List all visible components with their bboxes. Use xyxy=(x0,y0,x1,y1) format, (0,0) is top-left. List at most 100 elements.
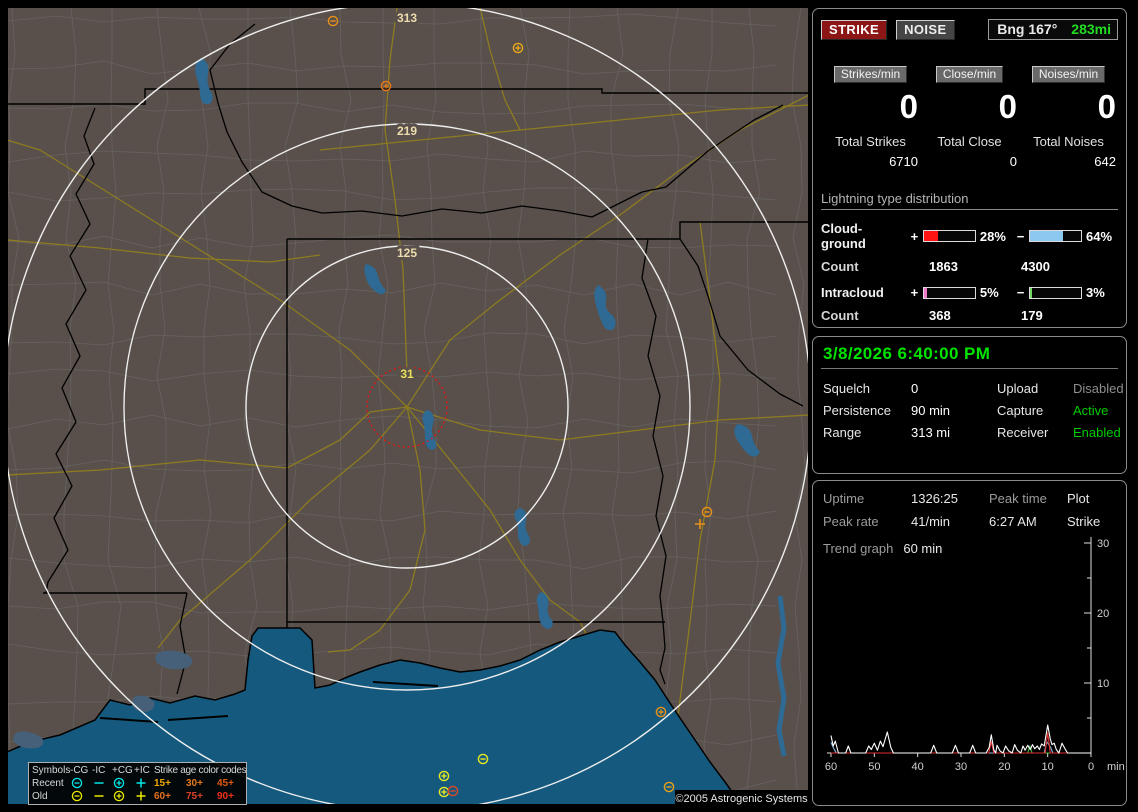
plus-sign: + xyxy=(910,228,919,244)
age-code-30: 30+ xyxy=(186,778,203,789)
legend-col-pos-ic: +IC xyxy=(134,765,150,776)
legend-age-header: Strike age color codes xyxy=(154,765,247,776)
plus-sign: + xyxy=(910,285,919,300)
intracloud-label: Intracloud xyxy=(821,285,884,300)
strike-button[interactable]: STRIKE xyxy=(821,19,888,40)
ic-positive-count: 368 xyxy=(929,308,951,323)
cloud-ground-row: Cloud-ground + 28% − 64% xyxy=(821,221,1118,251)
minus-sign: − xyxy=(1016,228,1025,244)
legend-symbols-header: Symbols xyxy=(32,765,71,776)
pos-cg-old-icon xyxy=(112,790,126,802)
ic-positive-bar xyxy=(923,286,976,299)
copyright-text: ©2005 Astrogenic Systems xyxy=(675,790,808,808)
svg-text:min: min xyxy=(1107,761,1124,773)
legend-row-old-label: Old xyxy=(32,791,48,802)
neg-ic-old-icon xyxy=(92,790,106,802)
squelch-label: Squelch xyxy=(823,381,870,396)
svg-text:10: 10 xyxy=(1042,761,1054,773)
capture-label: Capture xyxy=(997,403,1044,418)
age-code-15: 15+ xyxy=(154,778,171,789)
total-noises-value: 642 xyxy=(1094,154,1116,169)
svg-text:125: 125 xyxy=(397,246,417,260)
svg-text:20: 20 xyxy=(1097,608,1109,620)
bearing-range: 283mi xyxy=(1071,21,1111,37)
count-label: Count xyxy=(821,259,859,274)
svg-text:219: 219 xyxy=(397,124,417,138)
upload-label: Upload xyxy=(997,381,1039,396)
range-label: Range xyxy=(823,425,862,440)
trend-box: Uptime 1326:25 Peak time Plot Peak rate … xyxy=(812,480,1127,806)
cloud-ground-label: Cloud-ground xyxy=(821,221,866,251)
pos-ic-old-icon xyxy=(134,790,148,802)
noises-per-min-button[interactable]: Noises/min xyxy=(1031,66,1106,83)
trend-chart: 10 20 30 60 50 40 30 20 10 0 min xyxy=(817,529,1125,803)
peak-rate-label: Peak rate xyxy=(823,514,879,529)
uptime-label: Uptime xyxy=(823,491,865,506)
ic-negative-bar xyxy=(1029,286,1083,299)
svg-text:20: 20 xyxy=(998,761,1010,773)
status-panel: STRIKE NOISE Bng 167° 283mi Strikes/min 0… xyxy=(810,0,1138,812)
age-code-45: 45+ xyxy=(217,778,234,789)
legend-col-neg-cg: -CG xyxy=(70,765,89,776)
ic-negative-count: 179 xyxy=(1021,308,1043,323)
settings-box: 3/8/2026 6:40:00 PM Squelch 0 Upload Dis… xyxy=(812,336,1127,474)
strikes-per-min-button[interactable]: Strikes/min xyxy=(833,66,908,83)
svg-text:10: 10 xyxy=(1097,678,1109,690)
noises-counter: Noises/min 0 Total Noises 642 xyxy=(1019,66,1118,169)
ic-positive-pct: 5% xyxy=(979,285,999,300)
map-canvas[interactable]: 313 219 125 31 xyxy=(8,8,808,804)
cg-positive-count: 1863 xyxy=(929,259,958,274)
age-code-60: 60+ xyxy=(154,791,171,802)
neg-ic-recent-icon xyxy=(92,777,106,789)
total-strikes-label: Total Strikes xyxy=(835,134,906,149)
age-code-90: 90+ xyxy=(217,791,234,802)
receiver-value: Enabled xyxy=(1073,425,1121,440)
total-strikes-value: 6710 xyxy=(889,154,918,169)
plot-label: Plot xyxy=(1067,491,1090,506)
strike-map[interactable]: 313 219 125 31 Symbols -CG -IC +CG +IC Stri… xyxy=(8,8,808,808)
strikes-per-min-value: 0 xyxy=(899,88,918,125)
total-noises-label: Total Noises xyxy=(1033,134,1104,149)
distribution-title: Lightning type distribution xyxy=(821,191,1118,210)
legend-col-neg-ic: -IC xyxy=(92,765,106,776)
uptime-value: 1326:25 xyxy=(911,491,958,506)
svg-text:31: 31 xyxy=(400,367,414,381)
svg-text:313: 313 xyxy=(397,11,417,25)
strike-stats-box: STRIKE NOISE Bng 167° 283mi Strikes/min 0… xyxy=(812,8,1127,328)
svg-text:50: 50 xyxy=(868,761,880,773)
receiver-label: Receiver xyxy=(997,425,1049,440)
strikes-counter: Strikes/min 0 Total Strikes 6710 xyxy=(821,66,920,169)
neg-cg-old-icon xyxy=(70,790,84,802)
pos-cg-recent-icon xyxy=(112,777,126,789)
upload-value: Disabled xyxy=(1073,381,1124,396)
pos-ic-recent-icon xyxy=(134,777,148,789)
plot-strike-value: Strike xyxy=(1067,514,1101,529)
lightning-detector-app: 313 219 125 31 Symbols -CG -IC +CG +IC Stri… xyxy=(0,0,1138,812)
svg-text:30: 30 xyxy=(1097,538,1109,550)
bearing-box: Bng 167° 283mi xyxy=(988,19,1118,40)
intracloud-count-row: Count 368 179 xyxy=(821,308,1118,323)
cg-negative-count: 4300 xyxy=(1021,259,1050,274)
ic-negative-pct: 3% xyxy=(1086,285,1105,300)
map-legend: Symbols -CG -IC +CG +IC Strike age color… xyxy=(28,762,247,805)
count-label: Count xyxy=(821,308,859,323)
datetime-display: 3/8/2026 6:40:00 PM xyxy=(821,342,1118,369)
bearing-label: Bng 167° xyxy=(997,21,1058,37)
minus-sign: − xyxy=(1016,285,1025,300)
svg-text:40: 40 xyxy=(912,761,924,773)
svg-text:30: 30 xyxy=(955,761,967,773)
cg-negative-pct: 64% xyxy=(1086,228,1113,244)
close-counter: Close/min 0 Total Close 0 xyxy=(920,66,1019,169)
cg-positive-bar xyxy=(923,230,976,242)
peak-time-value: 6:27 AM xyxy=(989,514,1037,529)
squelch-value: 0 xyxy=(911,381,919,396)
noise-button[interactable]: NOISE xyxy=(896,19,955,40)
close-per-min-value: 0 xyxy=(998,88,1017,125)
neg-cg-recent-icon xyxy=(70,777,84,789)
close-per-min-button[interactable]: Close/min xyxy=(935,66,1004,83)
legend-row-recent-label: Recent xyxy=(32,778,64,789)
persistence-label: Persistence xyxy=(823,403,891,418)
noises-per-min-value: 0 xyxy=(1097,88,1116,125)
total-close-value: 0 xyxy=(1009,154,1017,169)
peak-time-label: Peak time xyxy=(989,491,1047,506)
